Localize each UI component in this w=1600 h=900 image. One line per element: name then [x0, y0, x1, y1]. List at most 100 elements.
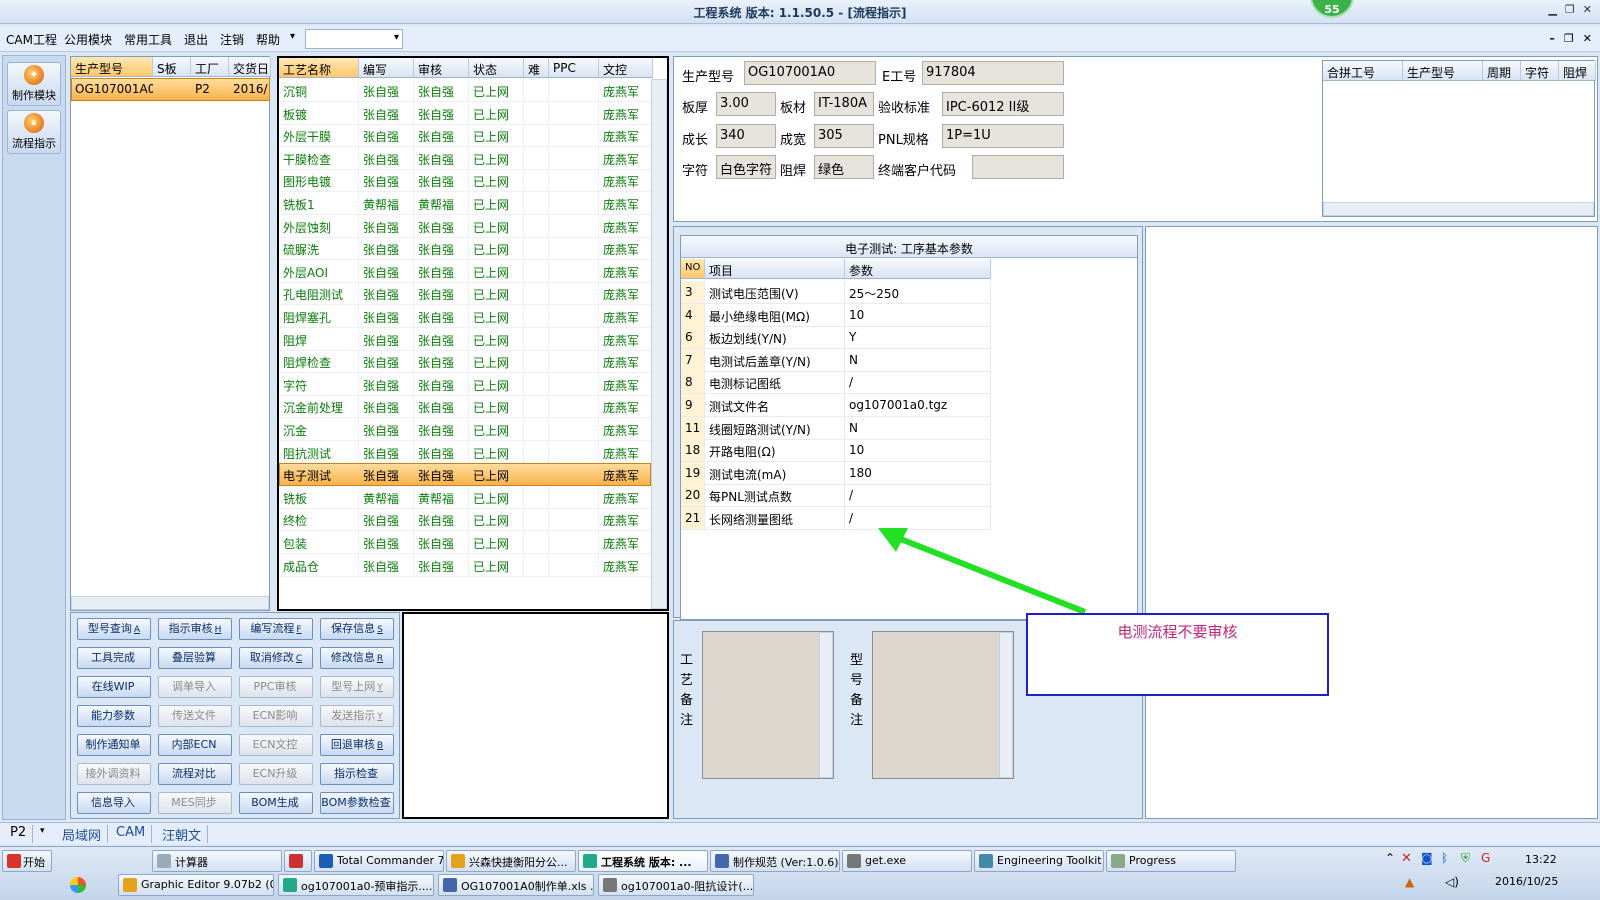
action-button[interactable]: ECN影响: [239, 705, 313, 727]
col-header-factory[interactable]: 工厂: [191, 57, 229, 77]
action-button[interactable]: BOM参数检查: [320, 792, 394, 814]
status-factory[interactable]: P2: [4, 825, 34, 843]
horizontal-scrollbar[interactable]: [1323, 202, 1594, 216]
menu-logout[interactable]: 注销: [220, 31, 244, 48]
col-header-doc-control[interactable]: 文控: [599, 58, 653, 78]
taskbar-item[interactable]: Graphic Editor 9.07b2 (0...: [118, 874, 274, 896]
taskbar-item[interactable]: 兴森快捷衡阳分公...: [446, 850, 576, 872]
col-header-model[interactable]: 生产型号: [71, 57, 153, 77]
vertical-scrollbar[interactable]: [819, 632, 833, 778]
col-header-writer[interactable]: 编写: [359, 58, 414, 78]
tray-bluetooth-icon[interactable]: ᛒ: [1441, 851, 1448, 865]
taskbar-item[interactable]: 计算器: [152, 850, 282, 872]
width-field[interactable]: 305: [814, 124, 874, 148]
character-field[interactable]: 白色字符: [716, 155, 776, 179]
action-button[interactable]: ECN升级: [239, 763, 313, 785]
action-button[interactable]: 在线WIP: [77, 676, 151, 698]
col-header-ppc[interactable]: PPC: [549, 58, 599, 78]
action-button[interactable]: 编写流程 F: [239, 618, 313, 640]
tray-shield-icon[interactable]: ⛨: [1461, 851, 1470, 866]
menu-cam[interactable]: CAM工程: [6, 31, 57, 48]
taskbar-item[interactable]: Total Commander 7.0...: [314, 850, 444, 872]
sidebar-item-make-module[interactable]: ✦ 制作模块: [7, 62, 61, 106]
horizontal-scrollbar[interactable]: [71, 596, 269, 610]
action-button[interactable]: 调单导入: [158, 676, 232, 698]
tray-volume-icon[interactable]: ◁): [1445, 875, 1459, 889]
pnl-field[interactable]: 1P=1U: [942, 124, 1064, 148]
col-header-delivery[interactable]: 交货日: [229, 57, 271, 77]
minimize-icon[interactable]: ▁: [1548, 3, 1556, 16]
col-header-status[interactable]: 状态: [469, 58, 524, 78]
action-button[interactable]: 流程对比: [158, 763, 232, 785]
vertical-scrollbar[interactable]: [999, 632, 1013, 778]
action-button[interactable]: 能力参数: [77, 705, 151, 727]
action-button[interactable]: ECN文控: [239, 734, 313, 756]
col-header-merge-char[interactable]: 字符: [1521, 61, 1559, 81]
acceptance-field[interactable]: IPC-6012 II级: [942, 92, 1064, 116]
col-header-merge-mask[interactable]: 阻焊: [1559, 61, 1596, 81]
menu-exit[interactable]: 退出: [184, 31, 208, 48]
action-button[interactable]: 取消修改 C: [239, 647, 313, 669]
menu-common-modules[interactable]: 公用模块: [64, 31, 112, 48]
vertical-scrollbar[interactable]: [651, 79, 667, 609]
sidebar-item-flow-instruction[interactable]: ⏸ 流程指示: [7, 110, 61, 154]
action-button[interactable]: 叠层验算: [158, 647, 232, 669]
taskbar-item[interactable]: Progress: [1106, 850, 1236, 872]
action-button[interactable]: MES同步: [158, 792, 232, 814]
action-button[interactable]: 型号查询 A: [77, 618, 151, 640]
menu-tools[interactable]: 常用工具: [124, 31, 172, 48]
col-header-param[interactable]: 参数: [845, 259, 991, 279]
tray-expand-icon[interactable]: ⌃: [1385, 851, 1395, 865]
tray-x-icon[interactable]: ✕: [1401, 851, 1412, 866]
close-icon[interactable]: ✕: [1583, 3, 1592, 16]
e-number-field[interactable]: 917804: [922, 61, 1064, 85]
action-button[interactable]: BOM生成: [239, 792, 313, 814]
col-header-reviewer[interactable]: 审核: [414, 58, 469, 78]
status-lan[interactable]: 局域网: [56, 825, 109, 844]
model-field[interactable]: OG107001A0: [744, 61, 876, 85]
tray-app-icon[interactable]: ▲: [1405, 875, 1414, 889]
action-button[interactable]: 制作通知单: [77, 734, 151, 756]
tray-g-icon[interactable]: G: [1481, 851, 1490, 865]
action-button[interactable]: 信息导入: [77, 792, 151, 814]
factory-dropdown-icon[interactable]: ▾: [40, 826, 45, 836]
action-button[interactable]: 修改信息 R: [320, 647, 394, 669]
solder-mask-field[interactable]: 绿色: [814, 155, 874, 179]
taskbar-item[interactable]: OG107001A0制作单.xls ...: [438, 874, 594, 896]
menu-help[interactable]: 帮助: [256, 31, 280, 48]
action-button[interactable]: 传送文件: [158, 705, 232, 727]
status-cam[interactable]: CAM: [110, 825, 153, 843]
action-button[interactable]: 回退审核 B: [320, 734, 394, 756]
action-button[interactable]: 发送指示 Y: [320, 705, 394, 727]
status-user[interactable]: 汪朝文: [156, 825, 209, 844]
action-button[interactable]: 内部ECN: [158, 734, 232, 756]
col-header-no[interactable]: NO: [681, 259, 705, 279]
taskbar-item[interactable]: 工程系统 版本: ...: [578, 850, 708, 872]
mdi-restore-icon[interactable]: ❐: [1564, 32, 1574, 45]
tray-network-icon[interactable]: ◙: [1421, 851, 1433, 865]
mdi-minimize-icon[interactable]: –: [1549, 32, 1555, 45]
taskbar-item[interactable]: [284, 850, 312, 872]
action-button[interactable]: 指示审核 H: [158, 618, 232, 640]
col-header-s-board[interactable]: S板: [153, 57, 191, 77]
taskbar-item[interactable]: og107001a0-预审指示....: [278, 874, 434, 896]
model-remark-field[interactable]: [872, 631, 1014, 779]
start-button[interactable]: 开始: [2, 850, 52, 872]
taskbar-item[interactable]: get.exe: [842, 850, 972, 872]
action-button[interactable]: 指示检查: [320, 763, 394, 785]
action-button[interactable]: PPC审核: [239, 676, 313, 698]
col-header-cycle[interactable]: 周期: [1483, 61, 1521, 81]
taskbar-item[interactable]: og107001a0-阻抗设计(...: [598, 874, 754, 896]
thickness-field[interactable]: 3.00: [716, 92, 776, 116]
taskbar-item[interactable]: Engineering Toolkit 9....: [974, 850, 1104, 872]
taskbar-item[interactable]: 制作规范 (Ver:1.0.6): [710, 850, 840, 872]
col-header-process[interactable]: 工艺名称: [279, 58, 359, 78]
col-header-difficulty[interactable]: 难: [524, 58, 549, 78]
action-button[interactable]: 保存信息 S: [320, 618, 394, 640]
col-header-item[interactable]: 项目: [705, 259, 845, 279]
col-header-merge-no[interactable]: 合拼工号: [1323, 61, 1403, 81]
col-header-merge-model[interactable]: 生产型号: [1403, 61, 1483, 81]
process-remark-field[interactable]: [702, 631, 834, 779]
mdi-close-icon[interactable]: ✕: [1583, 32, 1592, 45]
menu-combo-box[interactable]: [305, 29, 403, 49]
